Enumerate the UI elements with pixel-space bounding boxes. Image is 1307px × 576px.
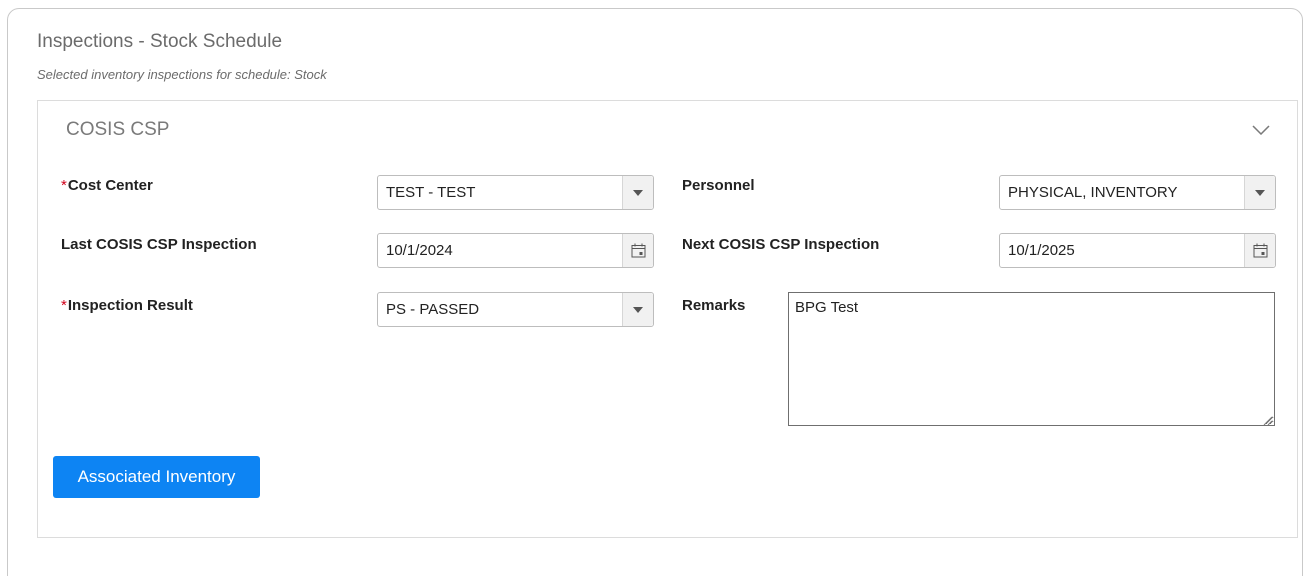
resize-grip-icon[interactable] [1262, 413, 1273, 426]
next-inspection-date-input[interactable]: 10/1/2025 [999, 233, 1276, 268]
dropdown-arrow-icon[interactable] [622, 293, 653, 326]
required-marker: * [61, 297, 67, 314]
dropdown-arrow-icon[interactable] [1244, 176, 1275, 209]
inspection-result-label: *Inspection Result [61, 297, 193, 314]
personnel-value: PHYSICAL, INVENTORY [1008, 184, 1178, 201]
next-inspection-value: 10/1/2025 [1008, 242, 1075, 259]
remarks-label: Remarks [682, 297, 746, 314]
required-marker: * [61, 177, 67, 194]
personnel-label: Personnel [682, 177, 755, 194]
personnel-select[interactable]: PHYSICAL, INVENTORY [999, 175, 1276, 210]
next-inspection-label: Next COSIS CSP Inspection [682, 236, 880, 253]
cost-center-value: TEST - TEST [386, 184, 476, 201]
last-inspection-date-input[interactable]: 10/1/2024 [377, 233, 654, 268]
page-title: Inspections - Stock Schedule [37, 31, 283, 52]
chevron-down-icon[interactable] [1251, 122, 1271, 138]
cost-center-label: *Cost Center [61, 177, 153, 194]
dropdown-arrow-icon[interactable] [622, 176, 653, 209]
inspection-result-select[interactable]: PS - PASSED [377, 292, 654, 327]
calendar-icon[interactable] [1244, 234, 1275, 267]
associated-inventory-button[interactable]: Associated Inventory [53, 456, 260, 498]
inspection-result-value: PS - PASSED [386, 301, 480, 318]
last-inspection-label: Last COSIS CSP Inspection [61, 236, 257, 253]
page-subtitle: Selected inventory inspections for sched… [37, 67, 327, 82]
remarks-textarea[interactable]: BPG Test [788, 292, 1275, 426]
panel-title[interactable]: COSIS CSP [66, 119, 169, 141]
cost-center-select[interactable]: TEST - TEST [377, 175, 654, 210]
last-inspection-value: 10/1/2024 [386, 242, 453, 259]
calendar-icon[interactable] [622, 234, 653, 267]
